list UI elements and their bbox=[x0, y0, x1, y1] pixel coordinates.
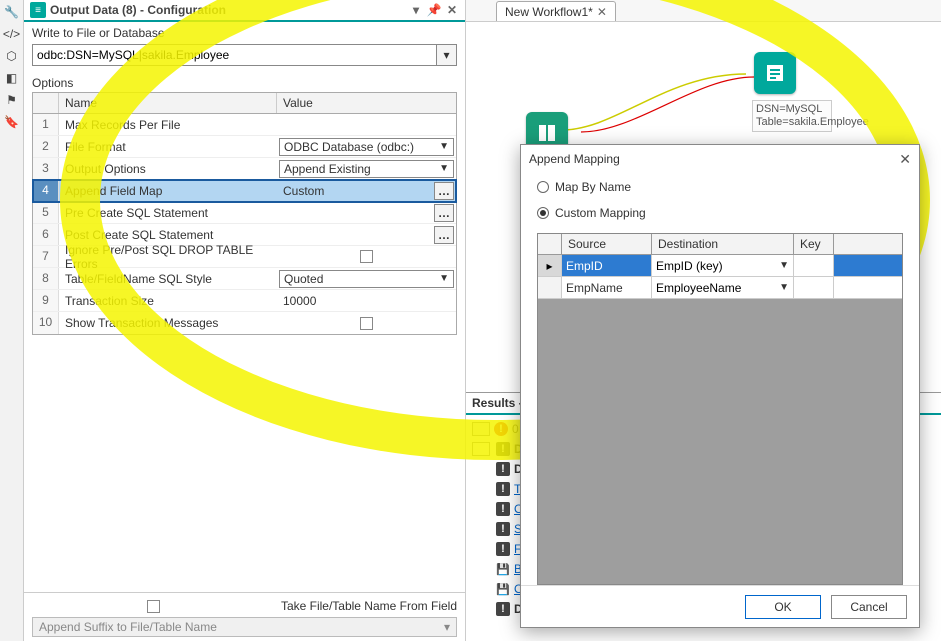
config-title-text: Output Data (8) - Configuration bbox=[50, 3, 226, 17]
mapping-grid[interactable]: Source Destination Key ▸EmpIDEmpID (key)… bbox=[538, 234, 902, 299]
row-selector[interactable]: ▸ bbox=[538, 255, 562, 276]
warn-icon: ! bbox=[496, 542, 510, 556]
map-by-name-label: Map By Name bbox=[555, 180, 631, 194]
mapping-row[interactable]: ▸EmpIDEmpID (key)▼ bbox=[538, 255, 902, 277]
col-source: Source bbox=[562, 234, 652, 254]
option-row[interactable]: 1Max Records Per File bbox=[33, 114, 456, 136]
key-cell[interactable] bbox=[794, 255, 834, 276]
take-field-checkbox[interactable] bbox=[147, 600, 160, 613]
option-dropdown[interactable]: Append Existing▼ bbox=[279, 160, 454, 178]
take-field-label: Take File/Table Name From Field bbox=[281, 599, 457, 613]
connection-row: ▾ bbox=[32, 44, 457, 66]
tree-icon[interactable]: ◧ bbox=[4, 70, 20, 86]
destination-cell[interactable]: EmployeeName▼ bbox=[652, 277, 794, 298]
custom-mapping-radio-row[interactable]: Custom Mapping bbox=[537, 203, 903, 223]
custom-mapping-radio[interactable] bbox=[537, 207, 549, 219]
hex-icon[interactable]: ⬡ bbox=[4, 48, 20, 64]
warn-icon: ! bbox=[496, 442, 510, 456]
dialog-title-bar: Append Mapping ✕ bbox=[521, 145, 919, 173]
left-toolstrip: 🔧 </> ⬡ ◧ ⚑ 🔖 bbox=[0, 0, 24, 641]
workflow-tab-strip: New Workflow1* ✕ bbox=[466, 0, 941, 22]
col-destination: Destination bbox=[652, 234, 794, 254]
dropdown-icon[interactable]: ▾ bbox=[409, 3, 423, 17]
connection-input[interactable] bbox=[32, 44, 437, 66]
option-row[interactable]: 8Table/FieldName SQL StyleQuoted▼ bbox=[33, 268, 456, 290]
ellipsis-button[interactable]: … bbox=[434, 182, 454, 200]
dialog-close-icon[interactable]: ✕ bbox=[899, 151, 911, 168]
option-dropdown[interactable]: ODBC Database (odbc:)▼ bbox=[279, 138, 454, 156]
connection-dropdown-button[interactable]: ▾ bbox=[437, 44, 457, 66]
config-body: ≡ Output Data (8) - Configuration ▾ 📌 ✕ … bbox=[24, 0, 465, 641]
dialog-title-text: Append Mapping bbox=[529, 152, 620, 166]
options-table: Name Value 1Max Records Per File2File Fo… bbox=[32, 92, 457, 335]
cancel-button[interactable]: Cancel bbox=[831, 595, 907, 619]
warn-icon: ! bbox=[496, 602, 510, 616]
ok-button[interactable]: OK bbox=[745, 595, 821, 619]
bottom-section: Take File/Table Name From Field Append S… bbox=[24, 592, 465, 641]
output-node-caption: DSN=MySQL Table=sakila.Employee bbox=[752, 100, 832, 132]
col-name: Name bbox=[59, 93, 277, 113]
map-by-name-radio[interactable] bbox=[537, 181, 549, 193]
mapping-grid-header: Source Destination Key bbox=[538, 234, 902, 255]
custom-mapping-label: Custom Mapping bbox=[555, 206, 646, 220]
option-row[interactable]: 7Ignore Pre/Post SQL DROP TABLE Errors bbox=[33, 246, 456, 268]
wrench-icon[interactable]: 🔧 bbox=[4, 4, 20, 20]
warn-icon: ! bbox=[496, 522, 510, 536]
write-to-label: Write to File or Database bbox=[24, 22, 465, 42]
flag-icon[interactable]: ⚑ bbox=[4, 92, 20, 108]
config-title-bar: ≡ Output Data (8) - Configuration ▾ 📌 ✕ bbox=[24, 0, 465, 22]
workflow-tab[interactable]: New Workflow1* ✕ bbox=[496, 1, 616, 21]
tab-close-icon[interactable]: ✕ bbox=[597, 5, 607, 19]
tag-icon[interactable]: 🔖 bbox=[4, 114, 20, 130]
error-badge-icon[interactable]: ! bbox=[494, 422, 508, 436]
ellipsis-button[interactable]: … bbox=[434, 226, 454, 244]
option-row[interactable]: 3Output OptionsAppend Existing▼ bbox=[33, 158, 456, 180]
option-row[interactable]: 2File FormatODBC Database (odbc:)▼ bbox=[33, 136, 456, 158]
workflow-tab-label: New Workflow1* bbox=[505, 5, 593, 19]
option-row[interactable]: 5Pre Create SQL Statement… bbox=[33, 202, 456, 224]
option-row[interactable]: 10Show Transaction Messages bbox=[33, 312, 456, 334]
save-icon: 💾 bbox=[496, 582, 510, 596]
destination-cell[interactable]: EmpID (key)▼ bbox=[652, 255, 794, 276]
option-checkbox[interactable] bbox=[360, 250, 373, 263]
append-suffix-text: Append Suffix to File/Table Name bbox=[39, 620, 217, 634]
source-cell: EmpID bbox=[562, 255, 652, 276]
close-icon[interactable]: ✕ bbox=[445, 3, 459, 17]
col-value: Value bbox=[277, 93, 456, 113]
list-view-icon[interactable] bbox=[472, 442, 490, 456]
key-cell[interactable] bbox=[794, 277, 834, 298]
source-cell: EmpName bbox=[562, 277, 652, 298]
output-node[interactable] bbox=[754, 52, 796, 94]
append-suffix-combo[interactable]: Append Suffix to File/Table Name ▾ bbox=[32, 617, 457, 637]
option-row[interactable]: 9Transaction Size10000 bbox=[33, 290, 456, 312]
warn-icon: ! bbox=[496, 462, 510, 476]
option-row[interactable]: 4Append Field MapCustom… bbox=[33, 180, 456, 202]
save-icon: 💾 bbox=[496, 562, 510, 576]
output-data-icon: ≡ bbox=[30, 2, 46, 18]
ellipsis-button[interactable]: … bbox=[434, 204, 454, 222]
mapping-row[interactable]: EmpNameEmployeeName▼ bbox=[538, 277, 902, 299]
warn-icon: ! bbox=[496, 502, 510, 516]
map-by-name-radio-row[interactable]: Map By Name bbox=[537, 177, 903, 197]
grid-view-icon[interactable] bbox=[472, 422, 490, 436]
output-node-icon bbox=[754, 52, 796, 94]
warn-icon: ! bbox=[496, 482, 510, 496]
row-selector[interactable] bbox=[538, 277, 562, 298]
configuration-panel: 🔧 </> ⬡ ◧ ⚑ 🔖 ≡ Output Data (8) - Config… bbox=[0, 0, 466, 641]
mapping-grid-container: Source Destination Key ▸EmpIDEmpID (key)… bbox=[537, 233, 903, 585]
pin-icon[interactable]: 📌 bbox=[427, 3, 441, 17]
option-dropdown[interactable]: Quoted▼ bbox=[279, 270, 454, 288]
code-icon[interactable]: </> bbox=[4, 26, 20, 42]
append-mapping-dialog: Append Mapping ✕ Map By Name Custom Mapp… bbox=[520, 144, 920, 628]
dialog-button-bar: OK Cancel bbox=[521, 585, 919, 627]
option-checkbox[interactable] bbox=[360, 317, 373, 330]
options-header: Name Value bbox=[33, 93, 456, 114]
options-label: Options bbox=[24, 72, 465, 92]
col-key: Key bbox=[794, 234, 834, 254]
